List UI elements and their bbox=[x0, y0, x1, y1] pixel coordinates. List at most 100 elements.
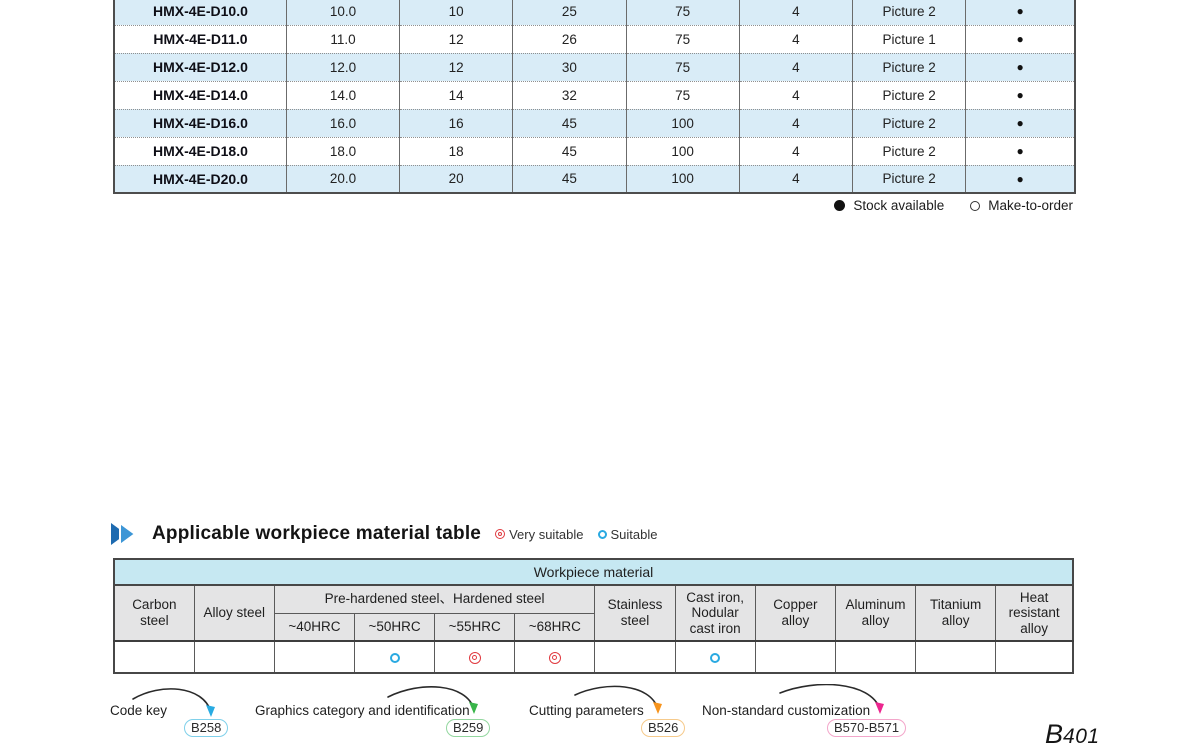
value-cell: 4 bbox=[739, 25, 852, 53]
table-row: HMX-4E-D10.0 10.0 10 25 75 4 Picture 2 ● bbox=[114, 0, 1075, 25]
ref-label-graphics-category: Graphics category and identification bbox=[255, 703, 470, 718]
table-row: HMX-4E-D14.0 14.0 14 32 75 4 Picture 2 ● bbox=[114, 81, 1075, 109]
picture-cell: Picture 2 bbox=[853, 0, 966, 25]
suitable-icon bbox=[598, 530, 607, 539]
value-cell: 100 bbox=[626, 109, 739, 137]
mark-cell bbox=[435, 641, 515, 673]
mark-cell bbox=[996, 641, 1073, 673]
column-header: Carbon steel bbox=[114, 585, 194, 641]
arrowhead-magenta-icon bbox=[875, 702, 884, 714]
column-header: Copper alloy bbox=[755, 585, 835, 641]
stock-available-label: Stock available bbox=[853, 198, 944, 213]
value-cell: 4 bbox=[739, 165, 852, 193]
stock-indicator: ● bbox=[966, 81, 1075, 109]
column-header: ~55HRC bbox=[435, 613, 515, 641]
value-cell: 75 bbox=[626, 25, 739, 53]
suitability-legend: Very suitable Suitable bbox=[495, 527, 657, 542]
value-cell: 4 bbox=[739, 81, 852, 109]
value-cell: 4 bbox=[739, 53, 852, 81]
mark-cell bbox=[835, 641, 915, 673]
value-cell: 10.0 bbox=[286, 0, 399, 25]
section-heading: Applicable workpiece material table Very… bbox=[110, 523, 658, 545]
arrowhead-blue-icon bbox=[206, 705, 215, 717]
model-cell: HMX-4E-D18.0 bbox=[114, 137, 286, 165]
mark-cell bbox=[515, 641, 595, 673]
value-cell: 14.0 bbox=[286, 81, 399, 109]
suitable-icon bbox=[390, 653, 400, 663]
mark-cell bbox=[194, 641, 274, 673]
model-cell: HMX-4E-D11.0 bbox=[114, 25, 286, 53]
table-row: HMX-4E-D11.0 11.0 12 26 75 4 Picture 1 ● bbox=[114, 25, 1075, 53]
table-row: HMX-4E-D20.0 20.0 20 45 100 4 Picture 2 … bbox=[114, 165, 1075, 193]
picture-cell: Picture 2 bbox=[853, 137, 966, 165]
stock-legend: Stock available Make-to-order bbox=[834, 198, 1073, 213]
column-header: Cast iron, Nodular cast iron bbox=[675, 585, 755, 641]
suitability-marks-row bbox=[114, 641, 1073, 673]
stock-indicator: ● bbox=[966, 25, 1075, 53]
value-cell: 45 bbox=[513, 165, 626, 193]
value-cell: 14 bbox=[400, 81, 513, 109]
picture-cell: Picture 1 bbox=[853, 25, 966, 53]
picture-cell: Picture 2 bbox=[853, 165, 966, 193]
very-suitable-label: Very suitable bbox=[509, 527, 583, 542]
section-title: Applicable workpiece material table bbox=[152, 523, 481, 545]
ref-badge-b526: B526 bbox=[641, 719, 685, 737]
column-header: Heat resistant alloy bbox=[996, 585, 1073, 641]
ref-label-code-key: Code key bbox=[110, 703, 167, 718]
value-cell: 12 bbox=[400, 53, 513, 81]
stock-indicator: ● bbox=[966, 53, 1075, 81]
make-to-order-icon bbox=[970, 201, 980, 211]
table-row: HMX-4E-D16.0 16.0 16 45 100 4 Picture 2 … bbox=[114, 109, 1075, 137]
suitable-label: Suitable bbox=[611, 527, 658, 542]
stock-available-icon bbox=[834, 200, 845, 211]
value-cell: 10 bbox=[400, 0, 513, 25]
suitable-icon bbox=[710, 653, 720, 663]
column-header: Stainless steel bbox=[595, 585, 675, 641]
page-number: B401 bbox=[1045, 719, 1100, 750]
ref-badge-b259: B259 bbox=[446, 719, 490, 737]
value-cell: 4 bbox=[739, 137, 852, 165]
value-cell: 45 bbox=[513, 137, 626, 165]
arrowhead-green-icon bbox=[469, 702, 478, 714]
ref-badge-b570-b571: B570-B571 bbox=[827, 719, 906, 737]
value-cell: 26 bbox=[513, 25, 626, 53]
column-header: ~40HRC bbox=[274, 613, 354, 641]
value-cell: 75 bbox=[626, 81, 739, 109]
column-header: ~68HRC bbox=[515, 613, 595, 641]
stock-indicator: ● bbox=[966, 137, 1075, 165]
value-cell: 12 bbox=[400, 25, 513, 53]
picture-cell: Picture 2 bbox=[853, 53, 966, 81]
stock-indicator: ● bbox=[966, 165, 1075, 193]
workpiece-material-table: Workpiece material Carbon steel Alloy st… bbox=[113, 558, 1074, 674]
value-cell: 20.0 bbox=[286, 165, 399, 193]
value-cell: 16 bbox=[400, 109, 513, 137]
make-to-order-label: Make-to-order bbox=[988, 198, 1073, 213]
value-cell: 12.0 bbox=[286, 53, 399, 81]
column-header: Titanium alloy bbox=[916, 585, 996, 641]
model-cell: HMX-4E-D14.0 bbox=[114, 81, 286, 109]
page-number-value: 401 bbox=[1063, 725, 1100, 748]
material-table-banner: Workpiece material bbox=[114, 559, 1073, 585]
value-cell: 32 bbox=[513, 81, 626, 109]
table-row: HMX-4E-D12.0 12.0 12 30 75 4 Picture 2 ● bbox=[114, 53, 1075, 81]
ref-label-non-standard-customization: Non-standard customization bbox=[702, 703, 870, 718]
mark-cell bbox=[354, 641, 434, 673]
stock-indicator: ● bbox=[966, 0, 1075, 25]
model-cell: HMX-4E-D12.0 bbox=[114, 53, 286, 81]
mark-cell bbox=[916, 641, 996, 673]
mark-cell bbox=[595, 641, 675, 673]
value-cell: 16.0 bbox=[286, 109, 399, 137]
mark-cell bbox=[755, 641, 835, 673]
value-cell: 75 bbox=[626, 53, 739, 81]
value-cell: 11.0 bbox=[286, 25, 399, 53]
value-cell: 18 bbox=[400, 137, 513, 165]
value-cell: 100 bbox=[626, 137, 739, 165]
very-suitable-icon bbox=[549, 652, 561, 664]
value-cell: 75 bbox=[626, 0, 739, 25]
value-cell: 20 bbox=[400, 165, 513, 193]
column-header: ~50HRC bbox=[354, 613, 434, 641]
value-cell: 25 bbox=[513, 0, 626, 25]
value-cell: 4 bbox=[739, 0, 852, 25]
model-cell: HMX-4E-D20.0 bbox=[114, 165, 286, 193]
model-cell: HMX-4E-D10.0 bbox=[114, 0, 286, 25]
